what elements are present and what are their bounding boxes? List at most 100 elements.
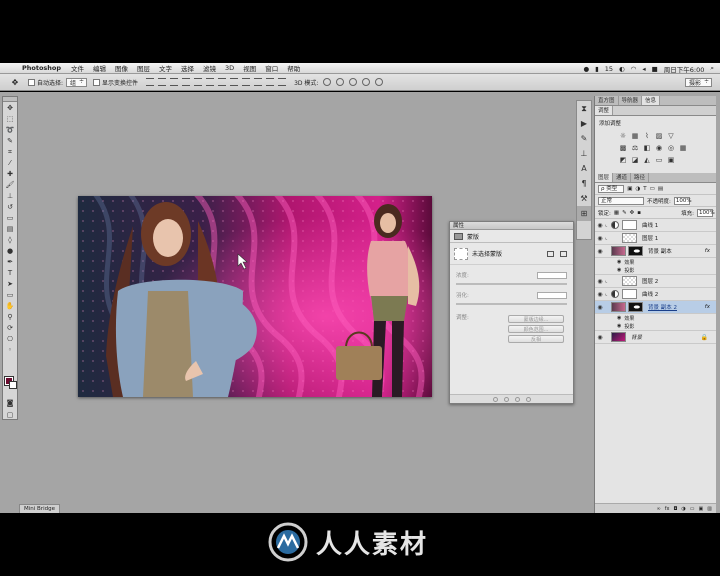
visibility-icon[interactable] <box>514 396 520 402</box>
eye-icon[interactable]: ◉ <box>595 248 605 255</box>
rotate-view-tool-icon[interactable]: ⟳ <box>3 323 17 333</box>
new-adjustment-icon[interactable]: ◑ <box>681 506 685 512</box>
align-top-icon[interactable] <box>146 78 155 86</box>
menu-help[interactable]: 帮助 <box>287 63 300 73</box>
delete-mask-icon[interactable] <box>525 396 531 402</box>
align-left-icon[interactable] <box>182 78 191 86</box>
layer-row[interactable]: ◉ ⌞ 曲线 2 <box>595 288 716 301</box>
effect-row[interactable]: ◉ 投影 <box>595 266 716 275</box>
eraser-tool-icon[interactable]: ▭ <box>3 213 17 223</box>
new-layer-icon[interactable]: ▣ <box>699 506 704 512</box>
align-right-icon[interactable] <box>206 78 215 86</box>
auto-select-checkbox[interactable] <box>28 78 35 86</box>
tab-layers[interactable]: 图层 <box>595 173 614 182</box>
extra-tool-icon[interactable]: ◦ <box>3 345 17 355</box>
fx-badge[interactable]: fx <box>705 248 710 254</box>
menu-layer[interactable]: 图层 <box>137 63 150 73</box>
feather-input[interactable] <box>537 291 567 299</box>
fill-input[interactable]: 100% <box>697 208 715 217</box>
eye-icon[interactable]: ◉ <box>595 278 605 285</box>
menu-filter[interactable]: 滤镜 <box>203 63 216 73</box>
effect-row[interactable]: ◉ 投影 <box>595 322 716 331</box>
filter-type-icon[interactable]: T <box>643 186 646 192</box>
eye-icon[interactable]: ◉ <box>595 291 605 298</box>
layer-thumb[interactable] <box>611 246 626 256</box>
tab-navigator[interactable]: 导航器 <box>619 96 643 105</box>
selective-color-icon[interactable]: ▣ <box>667 156 675 164</box>
show-transform-checkbox[interactable] <box>93 78 101 86</box>
fx-badge[interactable]: fx <box>705 304 710 310</box>
distribute-vcenter-icon[interactable] <box>230 78 239 86</box>
move-tool-icon[interactable]: ✥ <box>8 77 22 87</box>
lock-all-icon[interactable]: ▪ <box>637 210 641 216</box>
layer-mask-thumb[interactable] <box>628 302 643 312</box>
volume-icon[interactable]: ◂ <box>642 65 645 73</box>
qq-icon[interactable]: ● <box>583 65 589 73</box>
density-input[interactable] <box>537 271 567 279</box>
menu-3d[interactable]: 3D <box>225 64 234 72</box>
3d-tool-icon[interactable]: ⎔ <box>3 334 17 344</box>
clock[interactable]: 周日下午6:00 <box>664 64 705 74</box>
layer-row[interactable]: ◉ ⌞ 图层 1 <box>595 232 716 245</box>
align-vcenter-icon[interactable] <box>158 78 167 86</box>
brush-presets-icon[interactable]: ✎ <box>577 131 591 146</box>
character-icon[interactable]: A <box>577 161 591 176</box>
auto-select-dropdown[interactable]: 组 <box>66 77 88 87</box>
distribute-bottom-icon[interactable] <box>242 78 251 86</box>
effect-eye-icon[interactable]: ◉ <box>617 259 621 265</box>
background-color-swatch[interactable] <box>9 381 17 389</box>
mask-edge-button[interactable]: 蒙版边缘... <box>508 315 564 323</box>
color-range-button[interactable]: 颜色范围... <box>508 325 564 333</box>
effect-eye-icon[interactable]: ◉ <box>617 323 621 329</box>
add-mask-icon[interactable]: ◘ <box>673 506 677 512</box>
lock-transparent-icon[interactable]: ▦ <box>614 210 619 216</box>
add-style-icon[interactable]: fx <box>665 506 670 512</box>
marquee-tool-icon[interactable]: ⬚ <box>3 114 17 124</box>
load-selection-icon[interactable] <box>492 396 498 402</box>
history-brush-tool-icon[interactable]: ↺ <box>3 202 17 212</box>
path-select-tool-icon[interactable]: ➤ <box>3 279 17 289</box>
toolbar-grip[interactable] <box>3 97 17 102</box>
healing-tool-icon[interactable]: ✚ <box>3 169 17 179</box>
dodge-tool-icon[interactable]: ● <box>3 246 17 256</box>
stamp-tool-icon[interactable]: ⊥ <box>3 191 17 201</box>
menu-view[interactable]: 视图 <box>243 63 256 73</box>
wifi-icon[interactable]: ◠ <box>631 65 637 73</box>
new-group-icon[interactable]: ▭ <box>690 506 695 512</box>
tool-presets-icon[interactable]: ⚒ <box>577 191 591 206</box>
filter-adjust-icon[interactable]: ◑ <box>635 186 640 192</box>
gradient-tool-icon[interactable]: ▤ <box>3 224 17 234</box>
brush-tool-icon[interactable]: 🖌 <box>3 180 17 190</box>
black-white-icon[interactable]: ◧ <box>643 144 651 152</box>
add-pixel-mask-icon[interactable] <box>547 250 554 257</box>
align-hcenter-icon[interactable] <box>194 78 203 86</box>
lasso-tool-icon[interactable]: ➰ <box>3 125 17 135</box>
distribute-right-icon[interactable] <box>278 78 287 86</box>
layer-thumb[interactable] <box>611 332 626 342</box>
pan-3d-icon[interactable] <box>349 78 358 86</box>
brightness-icon[interactable]: ☼ <box>619 132 627 140</box>
properties-icon[interactable]: ⊞ <box>577 206 591 221</box>
battery-icon[interactable]: ▮ <box>595 65 599 73</box>
eye-icon[interactable]: ◉ <box>595 222 605 229</box>
effect-eye-icon[interactable]: ◉ <box>617 267 621 273</box>
layer-row-selected[interactable]: ◉ 背景 副本 2 fx <box>595 301 716 314</box>
screen-mode-icon[interactable]: ▢ <box>3 410 17 420</box>
flag-icon[interactable]: ■ <box>652 65 658 73</box>
menu-image[interactable]: 图像 <box>115 63 128 73</box>
photo-filter-icon[interactable]: ◉ <box>655 144 663 152</box>
layer-thumb[interactable] <box>622 233 637 243</box>
paragraph-icon[interactable]: ¶ <box>577 176 591 191</box>
blend-mode-dropdown[interactable]: 正常 <box>598 196 644 205</box>
blur-tool-icon[interactable]: ◊ <box>3 235 17 245</box>
quick-mask-icon[interactable]: ◙ <box>3 398 17 408</box>
mini-bridge-tab[interactable]: Mini Bridge <box>19 504 60 513</box>
properties-title[interactable]: 属性 <box>450 222 573 230</box>
rotate-3d-icon[interactable] <box>323 78 332 86</box>
distribute-top-icon[interactable] <box>218 78 227 86</box>
menu-select[interactable]: 选择 <box>181 63 194 73</box>
crop-tool-icon[interactable]: ⌗ <box>3 147 17 157</box>
filter-shape-icon[interactable]: ▭ <box>650 186 655 192</box>
layer-mask-thumb[interactable] <box>622 220 637 230</box>
move-tool-icon[interactable]: ✥ <box>3 103 17 113</box>
